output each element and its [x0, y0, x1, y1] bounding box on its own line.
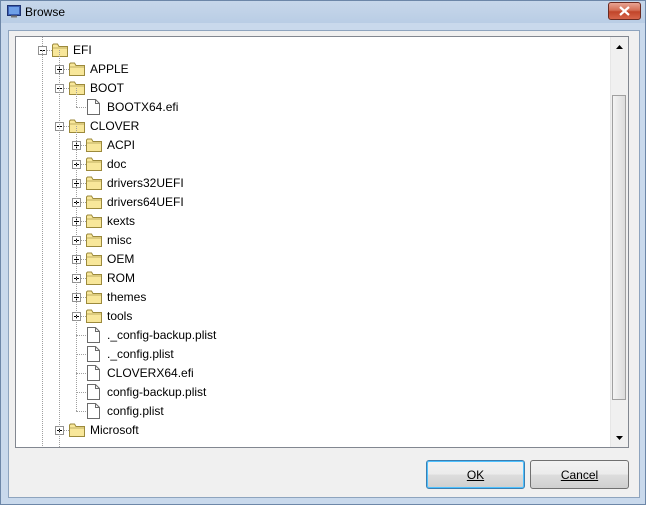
tree-item-label: Microsoft: [90, 423, 139, 437]
tree-connector-line: [76, 107, 86, 108]
tree-item-label: config.plist: [107, 404, 164, 418]
tree-connector-line: [76, 335, 86, 336]
folder-icon: [86, 214, 102, 228]
tree-item-label: BOOTX64.efi: [107, 100, 179, 114]
scroll-down-button[interactable]: [612, 430, 627, 445]
tree-connector-line: [76, 354, 86, 355]
file-icon: [87, 403, 100, 419]
tree-item-label: EFI: [73, 43, 92, 57]
tree-item-oem[interactable]: OEM: [16, 250, 606, 269]
file-icon: [87, 327, 100, 343]
tree-connector-line: [76, 88, 77, 107]
tree-item-cloverx64-efi[interactable]: CLOVERX64.efi: [16, 364, 606, 383]
folder-icon: [69, 62, 85, 76]
folder-icon: [86, 252, 102, 266]
close-icon: [619, 6, 630, 16]
tree-item-label: ACPI: [107, 138, 136, 152]
folder-icon: [52, 43, 68, 57]
folder-icon: [69, 81, 85, 95]
folder-icon: [86, 138, 102, 152]
tree-item-label: OEM: [107, 252, 135, 266]
folder-tree[interactable]: EFI APPLE BOOT BOOTX64.efi CLOVER ACPI doc driv…: [15, 36, 629, 448]
folder-icon: [86, 309, 102, 323]
cancel-button-label: Cancel: [560, 467, 599, 482]
tree-item-label: ._config.plist: [107, 347, 174, 361]
file-icon: [87, 346, 100, 362]
app-icon: [7, 5, 21, 18]
folder-icon: [86, 290, 102, 304]
cancel-button[interactable]: Cancel: [530, 460, 629, 489]
tree-item-misc[interactable]: misc: [16, 231, 606, 250]
folder-icon: [86, 157, 102, 171]
tree-item-label: CLOVER: [90, 119, 140, 133]
tree-item-kexts[interactable]: kexts: [16, 212, 606, 231]
tree-connector-line: [76, 411, 86, 412]
ok-button-label: OK: [466, 467, 485, 482]
folder-icon: [69, 423, 85, 437]
tree-item-themes[interactable]: themes: [16, 288, 606, 307]
tree-connector-line: [76, 392, 86, 393]
tree-item-label: drivers64UEFI: [107, 195, 184, 209]
file-icon: [87, 384, 100, 400]
folder-icon: [86, 233, 102, 247]
browse-dialog: Browse EFI APPLE BOOT BOOTX64.efi CLOVER ACPI…: [0, 0, 646, 505]
folder-icon: [86, 176, 102, 190]
dialog-body: EFI APPLE BOOT BOOTX64.efi CLOVER ACPI doc driv…: [8, 30, 640, 498]
tree-item-label: config-backup.plist: [107, 385, 207, 399]
tree-item-label: doc: [107, 157, 127, 171]
tree-item-config-plist[interactable]: ._config.plist: [16, 345, 606, 364]
tree-item-label: drivers32UEFI: [107, 176, 184, 190]
title-bar[interactable]: Browse: [1, 1, 645, 23]
close-button[interactable]: [608, 2, 641, 20]
window-title: Browse: [25, 5, 66, 19]
folder-icon: [86, 195, 102, 209]
file-icon: [87, 99, 100, 115]
tree-connector-line: [42, 50, 43, 447]
tree-item-label: ROM: [107, 271, 135, 285]
scroll-up-button[interactable]: [612, 39, 627, 54]
tree-item-boot[interactable]: BOOT: [16, 79, 606, 98]
tree-connector-line: [76, 373, 86, 374]
ok-button[interactable]: OK: [426, 460, 525, 489]
tree-item-clover[interactable]: CLOVER: [16, 117, 606, 136]
tree-content: EFI APPLE BOOT BOOTX64.efi CLOVER ACPI doc driv…: [16, 37, 611, 447]
tree-item-label: APPLE: [90, 62, 129, 76]
tree-item-label: CLOVERX64.efi: [107, 366, 194, 380]
tree-item-tools[interactable]: tools: [16, 307, 606, 326]
tree-item-efi[interactable]: EFI: [16, 41, 606, 60]
tree-item-doc[interactable]: doc: [16, 155, 606, 174]
tree-item-label: BOOT: [90, 81, 125, 95]
tree-item-label: tools: [107, 309, 133, 323]
folder-icon: [86, 271, 102, 285]
tree-item-acpi[interactable]: ACPI: [16, 136, 606, 155]
tree-item-label: misc: [107, 233, 132, 247]
arrow-up-icon: [616, 44, 623, 49]
tree-connector-line: [76, 126, 77, 411]
tree-item-drivers64uefi[interactable]: drivers64UEFI: [16, 193, 606, 212]
folder-icon: [69, 119, 85, 133]
tree-item-bootx64-efi[interactable]: BOOTX64.efi: [16, 98, 606, 117]
arrow-down-icon: [616, 435, 623, 440]
file-icon: [87, 365, 100, 381]
tree-item-apple[interactable]: APPLE: [16, 60, 606, 79]
tree-item-config-backup-plist[interactable]: config-backup.plist: [16, 383, 606, 402]
tree-item-label: kexts: [107, 214, 136, 228]
tree-item-microsoft[interactable]: Microsoft: [16, 421, 606, 440]
vertical-scrollbar[interactable]: [610, 37, 628, 447]
tree-item-rom[interactable]: ROM: [16, 269, 606, 288]
tree-item-label: themes: [107, 290, 147, 304]
tree-item-config-plist[interactable]: config.plist: [16, 402, 606, 421]
tree-connector-line: [59, 50, 60, 447]
tree-item-config-backup-plist[interactable]: ._config-backup.plist: [16, 326, 606, 345]
tree-item-drivers32uefi[interactable]: drivers32UEFI: [16, 174, 606, 193]
scrollbar-thumb[interactable]: [612, 95, 626, 400]
tree-item-label: ._config-backup.plist: [107, 328, 217, 342]
